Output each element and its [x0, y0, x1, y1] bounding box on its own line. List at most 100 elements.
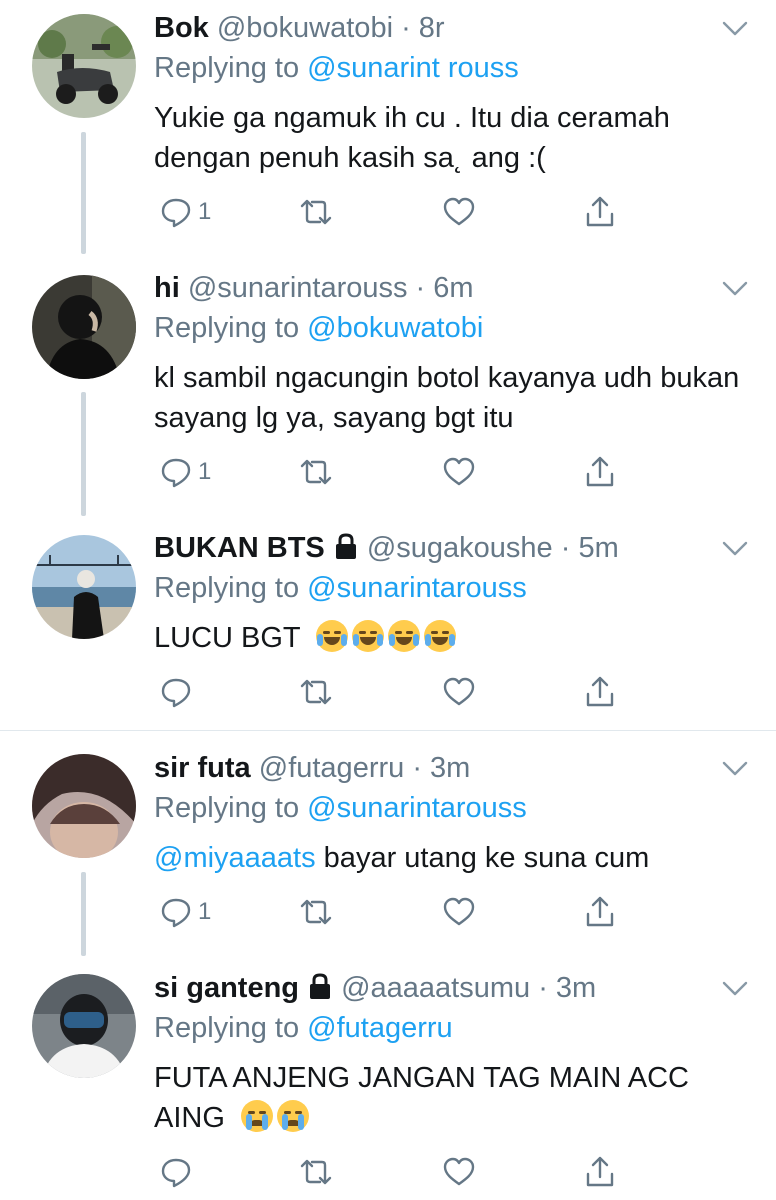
body-mention[interactable]: @miyaaaats: [154, 842, 316, 874]
timestamp[interactable]: 8r: [419, 12, 445, 44]
display-name[interactable]: si ganteng: [154, 972, 299, 1004]
reply-button[interactable]: [160, 1152, 198, 1192]
display-name[interactable]: BUKAN BTS: [154, 532, 325, 564]
replying-to: Replying to @sunarintarouss: [154, 788, 527, 828]
replying-to-mention[interactable]: @sunarintarouss: [307, 792, 527, 824]
separator: ·: [404, 752, 431, 784]
reply-icon: [161, 1158, 191, 1188]
loudly-crying-emoji: [276, 1100, 309, 1132]
retweet-button[interactable]: [298, 452, 334, 492]
reply-count: 1: [198, 458, 212, 485]
display-name[interactable]: hi: [154, 272, 180, 304]
handle[interactable]: @bokuwatobi: [217, 12, 393, 44]
tweet-text: LUCU BGT: [154, 618, 744, 658]
tweet-text-content: kl sambil ngacungin botol kayanya udh bu…: [154, 362, 740, 434]
share-icon: [586, 676, 614, 707]
share-button[interactable]: [584, 192, 616, 232]
share-icon: [586, 196, 614, 227]
retweet-button[interactable]: [298, 1152, 334, 1192]
reply-icon: [161, 898, 191, 928]
avatar-sunarintarouss[interactable]: [32, 275, 136, 379]
loudly-crying-emoji: [240, 1100, 273, 1132]
reply-button[interactable]: [160, 672, 198, 712]
retweet-button[interactable]: [298, 892, 334, 932]
heart-icon: [443, 1157, 475, 1186]
replying-to: Replying to @sunarint rouss: [154, 48, 519, 88]
display-name[interactable]: sir futa: [154, 752, 251, 784]
rofl-emoji: [424, 620, 457, 652]
replying-prefix: Replying to: [154, 52, 308, 84]
thread-line: [81, 392, 86, 516]
avatar-aaaaatsumu[interactable]: [32, 974, 136, 1078]
action-bar: 1: [154, 892, 634, 932]
display-name[interactable]: Bok: [154, 12, 209, 44]
chevron-down-icon[interactable]: [722, 20, 748, 38]
handle[interactable]: @sunarintarouss: [188, 272, 408, 304]
share-button[interactable]: [584, 892, 616, 932]
tweet-header: BUKAN BTS @sugakoushe · 5m: [154, 528, 619, 568]
chevron-down-icon[interactable]: [722, 980, 748, 998]
tweet-header: hi @sunarintarouss · 6m: [154, 268, 474, 308]
heart-icon: [443, 457, 475, 486]
retweet-button[interactable]: [298, 192, 334, 232]
retweet-icon: [300, 1159, 332, 1185]
like-button[interactable]: [442, 1152, 476, 1192]
tweet-text: FUTA ANJENG JANGAN TAG MAIN ACC AING: [154, 1058, 744, 1138]
share-icon: [586, 1156, 614, 1187]
chevron-down-icon[interactable]: [722, 760, 748, 778]
replying-prefix: Replying to: [154, 572, 308, 604]
replying-to: Replying to @futagerru: [154, 1008, 453, 1048]
reply-count: 1: [198, 198, 212, 225]
like-button[interactable]: [442, 672, 476, 712]
tweet-text-content: Yukie ga ngamuk ih cu . Itu dia ceramah …: [154, 102, 670, 174]
share-button[interactable]: [584, 452, 616, 492]
reply-button[interactable]: 1: [160, 452, 211, 492]
replying-to: Replying to @bokuwatobi: [154, 308, 483, 348]
reply-button[interactable]: 1: [160, 892, 211, 932]
action-bar: 1: [154, 192, 634, 232]
handle[interactable]: @sugakoushe: [367, 532, 553, 564]
reply-icon: [161, 458, 191, 488]
handle[interactable]: @aaaaatsumu: [341, 972, 530, 1004]
reply-button[interactable]: 1: [160, 192, 211, 232]
avatar-sugakoushe[interactable]: [32, 535, 136, 639]
replying-to-mention[interactable]: @futagerru: [307, 1012, 453, 1044]
lock-icon: [335, 533, 356, 559]
tweet-header: Bok @bokuwatobi · 8r: [154, 8, 445, 48]
timestamp[interactable]: 3m: [556, 972, 596, 1004]
handle[interactable]: @futagerru: [259, 752, 405, 784]
like-button[interactable]: [442, 192, 476, 232]
share-button[interactable]: [584, 672, 616, 712]
replying-to-mention[interactable]: @bokuwatobi: [307, 312, 483, 344]
timestamp[interactable]: 6m: [433, 272, 473, 304]
share-button[interactable]: [584, 1152, 616, 1192]
heart-icon: [443, 897, 475, 926]
chevron-down-icon[interactable]: [722, 280, 748, 298]
separator: ·: [407, 272, 434, 304]
avatar-bokuwatobi[interactable]: [32, 14, 136, 118]
like-button[interactable]: [442, 452, 476, 492]
avatar-futagerru[interactable]: [32, 754, 136, 858]
replying-prefix: Replying to: [154, 1012, 308, 1044]
action-bar: [154, 672, 634, 712]
lock-icon: [310, 973, 331, 999]
reply-icon: [161, 678, 191, 708]
share-icon: [586, 456, 614, 487]
tweet-text: kl sambil ngacungin botol kayanya udh bu…: [154, 358, 744, 438]
separator: ·: [552, 532, 579, 564]
replying-to-mention[interactable]: @sunarint rouss: [307, 52, 519, 84]
timestamp[interactable]: 5m: [578, 532, 618, 564]
heart-icon: [443, 197, 475, 226]
retweet-button[interactable]: [298, 672, 334, 712]
like-button[interactable]: [442, 892, 476, 932]
reply-icon: [161, 198, 191, 228]
heart-icon: [443, 677, 475, 706]
tweet-text: Yukie ga ngamuk ih cu . Itu dia ceramah …: [154, 98, 744, 178]
tweet-text-content: LUCU BGT: [154, 622, 301, 654]
tweet-header: si ganteng @aaaaatsumu · 3m: [154, 968, 596, 1008]
replying-to-mention[interactable]: @sunarintarouss: [307, 572, 527, 604]
separator: ·: [393, 12, 419, 44]
conversation-divider: [0, 730, 776, 731]
chevron-down-icon[interactable]: [722, 540, 748, 558]
timestamp[interactable]: 3m: [430, 752, 470, 784]
